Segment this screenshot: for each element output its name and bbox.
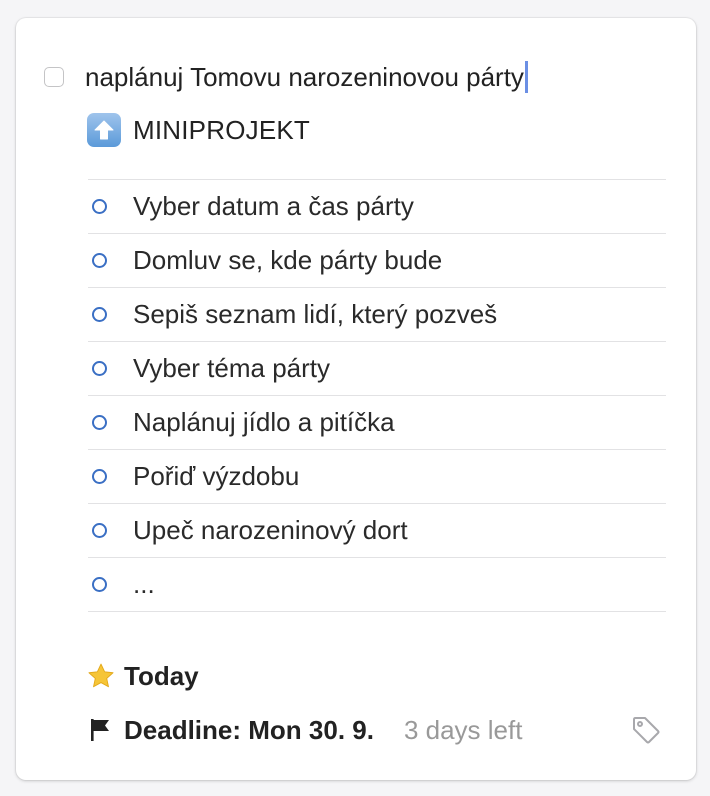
checklist-item[interactable]: Pořiď výzdobu (88, 450, 666, 504)
checklist-item-checkbox[interactable] (92, 307, 107, 322)
checklist-heading-label: MINIPROJEKT (133, 114, 310, 145)
checklist-item-label[interactable]: Vyber téma párty (133, 353, 330, 384)
text-caret (524, 61, 528, 93)
tag-icon[interactable] (630, 714, 662, 746)
days-left-label: 3 days left (403, 714, 523, 745)
checklist-item[interactable]: Domluv se, kde párty bude (88, 234, 666, 288)
task-title[interactable]: naplánuj Tomovu narozeninovou párty (85, 62, 524, 93)
task-title-row: naplánuj Tomovu narozeninovou párty (44, 60, 528, 94)
checklist-item-checkbox[interactable] (92, 469, 107, 484)
when-label: Today (124, 660, 199, 691)
checklist-item-label[interactable]: ... (133, 569, 155, 600)
deadline-label[interactable]: Deadline: Mon 30. 9. (124, 715, 374, 746)
checklist-item-label[interactable]: Upeč narozeninový dort (133, 515, 408, 546)
arrow-up-icon (87, 113, 121, 147)
checklist-item-label[interactable]: Domluv se, kde párty bude (133, 245, 442, 276)
checklist: Vyber datum a čas párty Domluv se, kde p… (88, 179, 666, 612)
checklist-item-label[interactable]: Pořiď výzdobu (133, 461, 299, 492)
checklist-heading[interactable]: MINIPROJEKT (87, 112, 310, 148)
when-button[interactable]: Today (87, 658, 199, 694)
checklist-item-checkbox[interactable] (92, 415, 107, 430)
checklist-item-checkbox[interactable] (92, 577, 107, 592)
checklist-item[interactable]: Vyber téma párty (88, 342, 666, 396)
checklist-item[interactable]: Upeč narozeninový dort (88, 504, 666, 558)
task-title-field[interactable]: naplánuj Tomovu narozeninovou párty (85, 61, 528, 93)
checklist-item-checkbox[interactable] (92, 253, 107, 268)
checklist-item[interactable]: Naplánuj jídlo a pitíčka (88, 396, 666, 450)
checklist-item[interactable]: Vyber datum a čas párty (88, 180, 666, 234)
task-complete-checkbox[interactable] (44, 67, 64, 87)
deadline-row: Deadline: Mon 30. 9. 3 days left (88, 712, 662, 748)
checklist-item-checkbox[interactable] (92, 361, 107, 376)
checklist-item[interactable]: Sepiš seznam lidí, který pozveš (88, 288, 666, 342)
checklist-item-label[interactable]: Vyber datum a čas párty (133, 191, 414, 222)
flag-icon (91, 719, 109, 741)
checklist-item-checkbox[interactable] (92, 199, 107, 214)
checklist-item[interactable]: ... (88, 558, 666, 612)
star-icon (88, 663, 114, 688)
checklist-item-label[interactable]: Naplánuj jídlo a pitíčka (133, 407, 395, 438)
checklist-item-checkbox[interactable] (92, 523, 107, 538)
checklist-item-label[interactable]: Sepiš seznam lidí, který pozveš (133, 299, 497, 330)
task-card: naplánuj Tomovu narozeninovou párty MINI… (16, 18, 696, 780)
